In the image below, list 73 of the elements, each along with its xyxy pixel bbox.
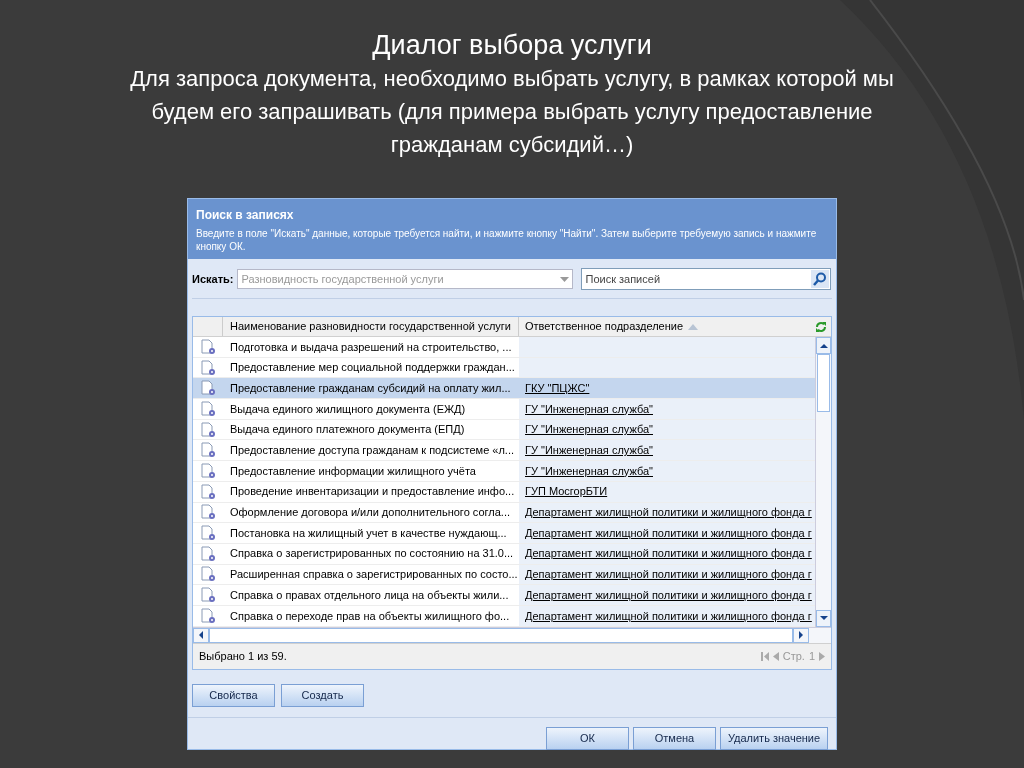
table-row[interactable]: Выдача единого платежного документа (ЕПД) ГУ "Инженерная служба" — [193, 419, 815, 441]
table-row[interactable]: Выдача единого жилищного документа (ЕЖД) ГУ "Инженерная служба" — [193, 399, 815, 420]
table-row[interactable]: Предоставление информации жилищного учёта ГУ "Инженерная служба" — [193, 461, 815, 482]
search-label: Искать: — [192, 271, 234, 287]
document-gear-icon — [200, 380, 216, 397]
scroll-left-button[interactable] — [193, 627, 209, 643]
scroll-right-button[interactable] — [793, 627, 809, 643]
service-name: Проведение инвентаризации и предоставление инфо... — [230, 485, 515, 498]
service-name: Предоставление информации жилищного учёта — [230, 464, 476, 477]
dialog-button[interactable]: Создать — [281, 683, 364, 707]
slide-subtitle: Для запроса документа, необходимо выбрать услугу, в рамках которой мы будем его запрашивать (для примера выбрать услугу предоставление гражданам субсидий…) — [129, 65, 895, 159]
scroll-thumb[interactable] — [817, 354, 830, 412]
document-gear-icon — [200, 400, 216, 417]
dialog-hint: Введите в поле "Искать" данные, которые требуется найти, и нажмите кнопку "Найти". Затем выберите требуемую запись и нажмите кнопку ОК. — [196, 227, 818, 253]
document-gear-icon — [200, 566, 216, 583]
document-gear-icon — [200, 607, 216, 624]
document-gear-icon — [200, 359, 216, 376]
document-gear-icon — [200, 462, 216, 479]
table-row[interactable]: Предоставление мер социальной поддержки граждан... — [193, 357, 815, 379]
service-name: Выдача единого жилищного документа (ЕЖД) — [230, 402, 466, 415]
document-gear-icon — [200, 525, 216, 542]
refresh-icon[interactable] — [815, 320, 827, 333]
document-gear-icon — [200, 545, 216, 562]
page-label: Стр. — [782, 648, 805, 664]
selection-status: Выбрано 1 из 59. — [199, 648, 287, 664]
document-gear-icon — [200, 442, 216, 459]
dialog-button[interactable]: ОК — [546, 726, 629, 750]
table-row[interactable]: Расширенная справка о зарегистрированных по состо... Департамент жилищной политики и жилищного фонда г — [193, 564, 815, 586]
page-number: 1 — [808, 648, 815, 664]
table-row[interactable]: Постановка на жилищный учет в качестве нуждающ... Департамент жилищной политики и жилищного фонда г — [193, 523, 815, 544]
table-row[interactable]: Подготовка и выдача разрешений на строительство, ... — [193, 337, 815, 358]
document-gear-icon — [200, 421, 216, 438]
vertical-scrollbar[interactable] — [815, 337, 831, 627]
scroll-down-button[interactable] — [816, 609, 831, 627]
service-name: Предоставление гражданам субсидий на оплату жил... — [230, 381, 511, 394]
dialog-title: Поиск в записях — [196, 207, 295, 224]
query-field[interactable]: Поиск записей — [581, 268, 832, 290]
scroll-down-icon[interactable] — [819, 616, 828, 621]
table-row[interactable]: Проведение инвентаризации и предоставление инфо... ГУП МосгорБТИ — [193, 481, 815, 503]
service-name: Выдача единого платежного документа (ЕПД) — [230, 423, 465, 436]
table-row[interactable]: Справка о правах отдельного лица на объекты жили... Департамент жилищной политики и жилищного фонда г — [193, 585, 815, 606]
sort-ascending-icon — [688, 323, 698, 330]
service-name: Справка о зарегистрированных по состоянию на 31.0... — [230, 547, 514, 560]
table-row[interactable]: Оформление договора и/или дополнительного согла... Департамент жилищной политики и жилищного фонда г — [193, 502, 815, 524]
scroll-left-icon[interactable] — [199, 631, 203, 640]
column-header[interactable]: Наименование разновидности государственной услуги — [223, 317, 519, 336]
column-header[interactable]: Ответственное подразделение — [525, 318, 683, 335]
service-name: Предоставление мер социальной поддержки граждан... — [230, 361, 515, 374]
table-row[interactable]: Справка о зарегистрированных по состоянию на 31.0... Департамент жилищной политики и жилищного фонда г — [193, 543, 815, 565]
document-gear-icon — [200, 587, 216, 604]
document-gear-icon — [200, 338, 216, 355]
table-row[interactable]: Предоставление доступа гражданам к подсистеме «л... ГУ "Инженерная служба" — [193, 440, 815, 462]
scroll-up-button[interactable] — [816, 337, 831, 354]
dialog-button[interactable]: Удалить значение — [720, 726, 828, 750]
dropdown-icon — [560, 276, 570, 282]
service-name: Расширенная справка о зарегистрированных по состо... — [230, 568, 518, 581]
service-name: Предоставление доступа гражданам к подсистеме «л... — [230, 444, 514, 457]
table-row[interactable]: Справка о переходе прав на объекты жилищного фо... Департамент жилищной политики и жилищного фонда г — [193, 605, 815, 627]
service-name: Справка о правах отдельного лица на объекты жили... — [230, 588, 509, 601]
service-name: Справка о переходе прав на объекты жилищного фо... — [230, 609, 510, 622]
department-link[interactable]: ГКУ "ПЦЖС" — [525, 379, 590, 397]
slide-title: Диалог выбора услуги — [372, 29, 652, 62]
service-name: Постановка на жилищный учет в качестве нуждающ... — [230, 526, 507, 539]
service-name: Оформление договора и/или дополнительного согла... — [230, 506, 511, 519]
document-gear-icon — [200, 483, 216, 500]
dialog-button[interactable]: Свойства — [192, 683, 275, 707]
scroll-right-icon[interactable] — [799, 631, 803, 640]
dialog-button[interactable]: Отмена — [633, 726, 716, 750]
scroll-up-icon[interactable] — [819, 343, 828, 348]
document-gear-icon — [200, 504, 216, 521]
search-icon[interactable] — [811, 270, 830, 288]
table-row[interactable]: Предоставление гражданам субсидий на оплату жил... ГКУ "ПЦЖС" — [193, 378, 815, 400]
service-name: Подготовка и выдача разрешений на строительство, ... — [230, 340, 512, 353]
